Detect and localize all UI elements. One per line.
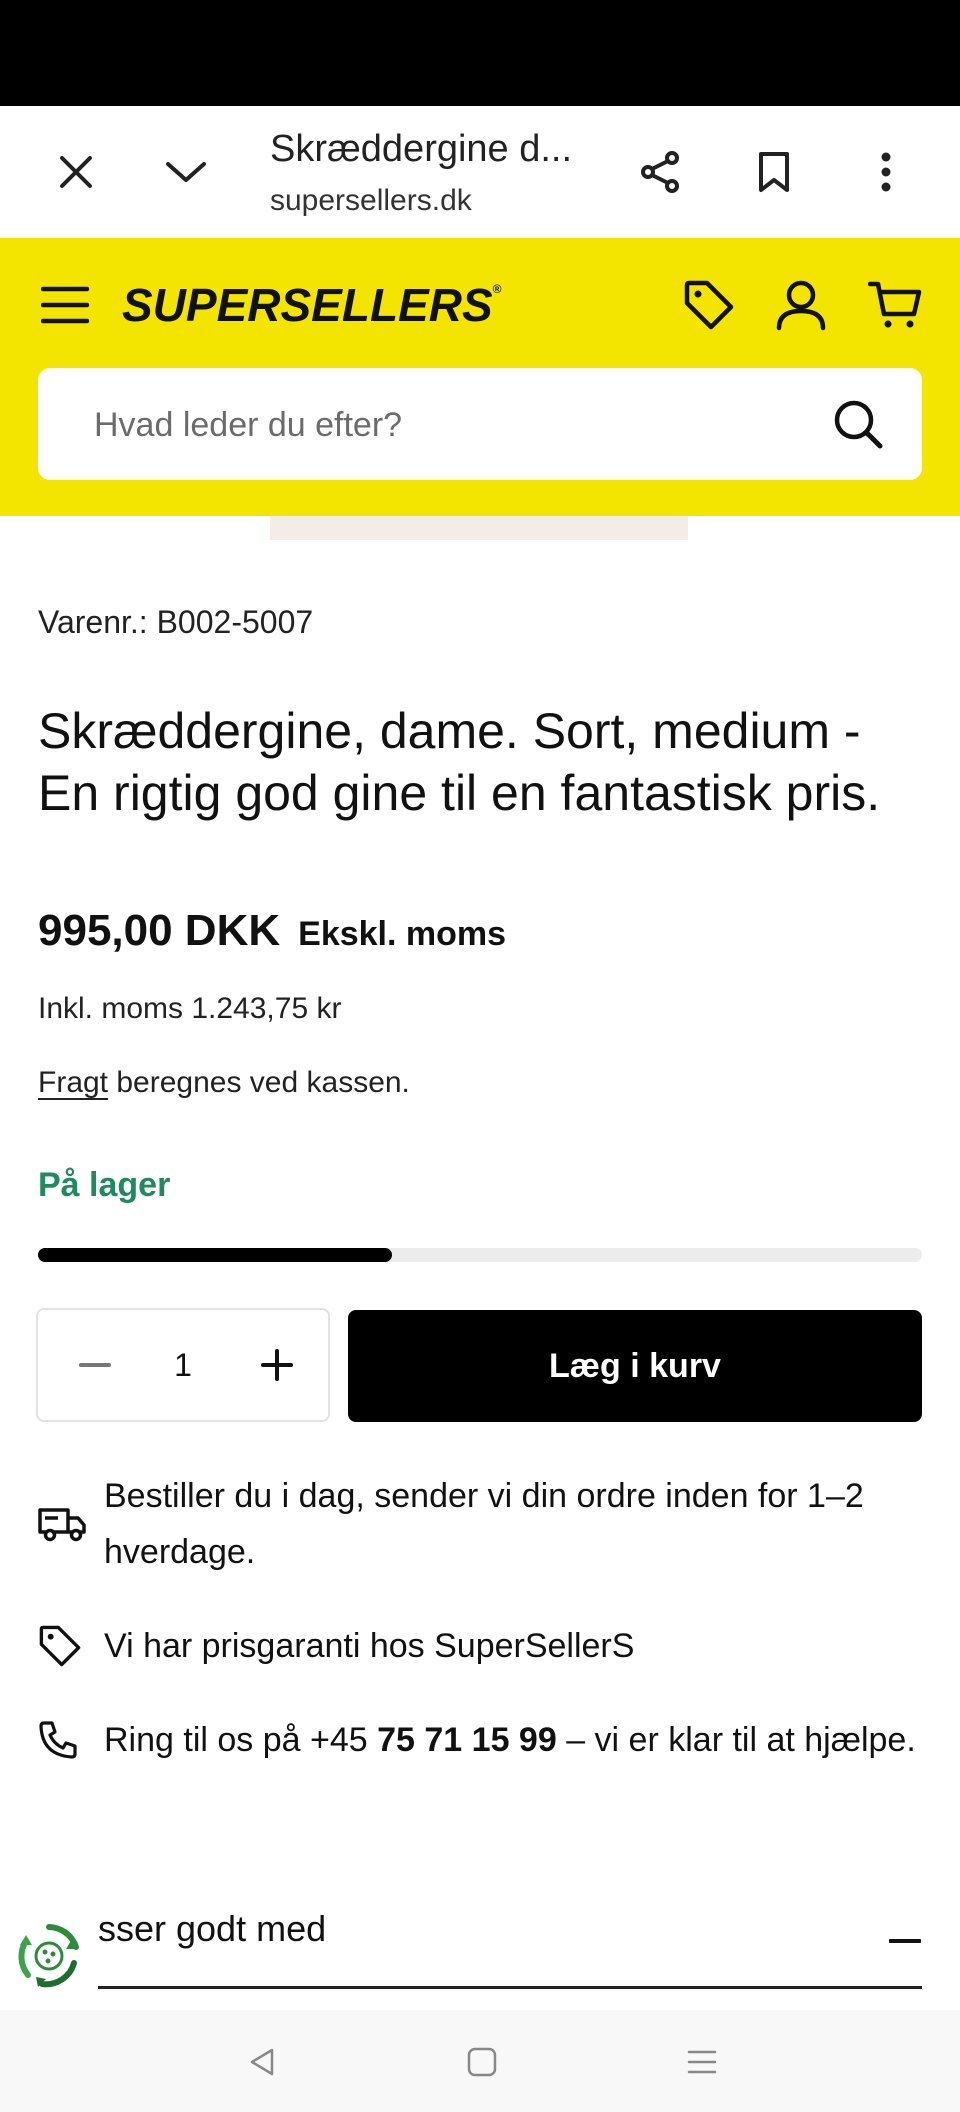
- site-header: SUPERSELLERS®: [0, 238, 960, 516]
- cart-icon[interactable]: [868, 278, 922, 332]
- recents-icon[interactable]: [680, 2040, 724, 2084]
- phone-prefix: Ring til os på +45: [104, 1721, 378, 1759]
- phone-number[interactable]: 75 71 15 99: [377, 1721, 557, 1759]
- status-bar: [0, 0, 960, 106]
- tab-title: Skræddergine d...: [270, 128, 573, 170]
- quantity-stepper: 1: [36, 1308, 330, 1422]
- price-row: 995,00 DKK Ekskl. moms: [38, 906, 506, 956]
- android-nav-bar: [0, 2010, 960, 2112]
- product-price: 995,00 DKK: [38, 906, 281, 955]
- delivery-text: Bestiller du i dag, sender vi din ordre …: [104, 1477, 864, 1571]
- stock-status: På lager: [38, 1166, 171, 1204]
- browser-toolbar: Skræddergine d... supersellers.dk: [0, 106, 960, 239]
- price-incl-vat: Inkl. moms 1.243,75 kr: [38, 992, 342, 1025]
- search-icon[interactable]: [832, 398, 884, 450]
- minus-icon[interactable]: [62, 1332, 128, 1398]
- logo-text: SUPERSELLERS: [122, 279, 493, 331]
- shipping-note: Fragt beregnes ved kassen.: [38, 1066, 410, 1100]
- phone-icon: [38, 1720, 104, 1760]
- home-icon[interactable]: [460, 2040, 504, 2084]
- phone-suffix: – vi er klar til at hjælpe.: [556, 1721, 916, 1759]
- bookmark-icon[interactable]: [752, 150, 796, 194]
- shipping-link[interactable]: Fragt: [38, 1066, 108, 1099]
- tab-url: supersellers.dk: [270, 184, 472, 217]
- menu-icon[interactable]: [38, 278, 92, 332]
- site-logo[interactable]: SUPERSELLERS®: [122, 278, 501, 332]
- accordion-label: sser godt med: [98, 1908, 327, 1949]
- product-image[interactable]: [270, 516, 688, 540]
- back-icon[interactable]: [240, 2040, 284, 2084]
- phone-text: Ring til os på +45 75 71 15 99 – vi er k…: [104, 1712, 916, 1768]
- quantity-value[interactable]: 1: [138, 1310, 228, 1420]
- search-input[interactable]: [92, 368, 796, 482]
- more-vert-icon[interactable]: [864, 150, 908, 194]
- recycle-badge-button[interactable]: [0, 1904, 98, 2008]
- delivery-info: Bestiller du i dag, sender vi din ordre …: [38, 1468, 922, 1580]
- shipping-text: beregnes ved kassen.: [108, 1066, 410, 1099]
- guarantee-text: Vi har prisgaranti hos SuperSellerS: [104, 1627, 635, 1665]
- stock-level-bar: [38, 1248, 922, 1262]
- accordion-passer-godt-med[interactable]: sser godt med: [98, 1900, 922, 1989]
- search-box: [38, 368, 922, 482]
- plus-icon[interactable]: [244, 1332, 310, 1398]
- recycle-icon: [18, 1924, 79, 1988]
- tag-icon[interactable]: [682, 278, 736, 332]
- share-icon[interactable]: [638, 150, 682, 194]
- collapse-icon[interactable]: [888, 1924, 922, 1958]
- logo-registered: ®: [492, 282, 502, 296]
- product-title: Skræddergine, dame. Sort, medium - En ri…: [38, 703, 881, 821]
- price-vat-note: Ekskl. moms: [298, 915, 507, 953]
- price-guarantee-info: Vi har prisgaranti hos SuperSellerS: [38, 1618, 922, 1674]
- stock-level-fill: [38, 1248, 392, 1262]
- phone-info: Ring til os på +45 75 71 15 99 – vi er k…: [38, 1712, 922, 1768]
- account-icon[interactable]: [774, 278, 828, 332]
- tag-icon: [38, 1624, 104, 1668]
- close-icon[interactable]: [54, 150, 98, 194]
- product-sku: Varenr.: B002-5007: [38, 604, 314, 640]
- truck-icon: [38, 1506, 104, 1542]
- add-to-cart-button[interactable]: Læg i kurv: [348, 1310, 922, 1422]
- chevron-down-icon[interactable]: [164, 150, 208, 194]
